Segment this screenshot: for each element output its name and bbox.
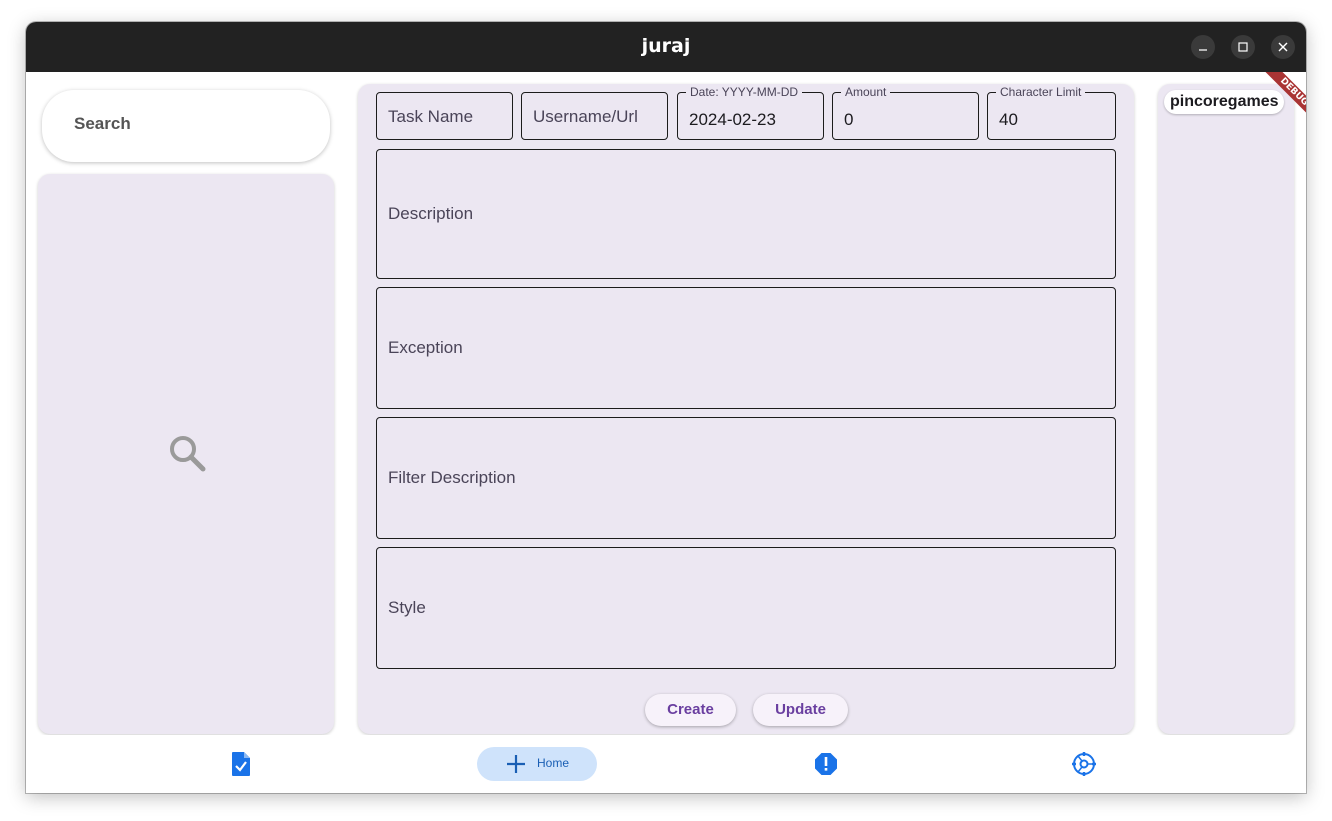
alert-octagon-icon (815, 753, 837, 775)
create-button[interactable]: Create (645, 694, 736, 726)
nav-item-home[interactable]: Home (477, 747, 597, 781)
amount-label: Amount (841, 84, 891, 100)
username-url-placeholder: Username/Url (533, 107, 638, 126)
main-content: Search Task Name Username/Url Date: YYYY… (26, 72, 1306, 735)
search-field[interactable]: Search (42, 90, 330, 162)
title-bar: juraj (26, 22, 1306, 72)
debug-banner-label: DEBUG (1261, 72, 1306, 125)
task-form-panel: Task Name Username/Url Date: YYYY-MM-DD … (358, 84, 1134, 734)
close-button[interactable] (1271, 35, 1295, 59)
description-field[interactable]: Description (376, 149, 1116, 279)
search-icon (170, 436, 206, 472)
nav-home-label: Home (537, 756, 570, 770)
window-title: juraj (641, 35, 691, 57)
minimize-icon (1199, 49, 1207, 51)
date-value: 2024-02-23 (689, 110, 776, 129)
search-results-panel (38, 174, 334, 734)
username-url-field[interactable]: Username/Url (521, 92, 668, 140)
nav-item-settings[interactable] (1071, 747, 1097, 781)
nav-item-alerts[interactable] (814, 747, 838, 781)
app-window: juraj Search Task Name Username/Url Date… (26, 22, 1306, 793)
nav-item-tasks[interactable] (230, 747, 254, 781)
account-panel: pincoregames (1158, 84, 1294, 734)
character-limit-value: 40 (999, 110, 1018, 129)
maximize-button[interactable] (1231, 35, 1255, 59)
exception-placeholder: Exception (388, 338, 463, 357)
task-name-placeholder: Task Name (388, 107, 474, 126)
close-icon (1278, 42, 1288, 52)
plus-icon (507, 755, 525, 773)
minimize-button[interactable] (1191, 35, 1215, 59)
style-placeholder: Style (388, 598, 426, 617)
style-field[interactable]: Style (376, 547, 1116, 669)
filter-description-field[interactable]: Filter Description (376, 417, 1116, 539)
task-name-field[interactable]: Task Name (376, 92, 513, 140)
character-limit-label: Character Limit (996, 84, 1086, 100)
date-label: Date: YYYY-MM-DD (686, 84, 803, 100)
date-field[interactable]: Date: YYYY-MM-DD 2024-02-23 (677, 84, 824, 140)
debug-banner: DEBUG (1246, 72, 1306, 132)
amount-field[interactable]: Amount 0 (832, 84, 979, 140)
settings-icon (1072, 752, 1096, 776)
filter-description-placeholder: Filter Description (388, 468, 516, 487)
character-limit-field[interactable]: Character Limit 40 (987, 84, 1116, 140)
task-check-icon (232, 752, 250, 776)
search-label: Search (74, 114, 131, 133)
description-placeholder: Description (388, 204, 474, 223)
update-button[interactable]: Update (753, 694, 848, 726)
bottom-navigation: Home (26, 735, 1306, 793)
maximize-icon (1238, 42, 1248, 52)
exception-field[interactable]: Exception (376, 287, 1116, 409)
amount-value: 0 (844, 110, 854, 129)
